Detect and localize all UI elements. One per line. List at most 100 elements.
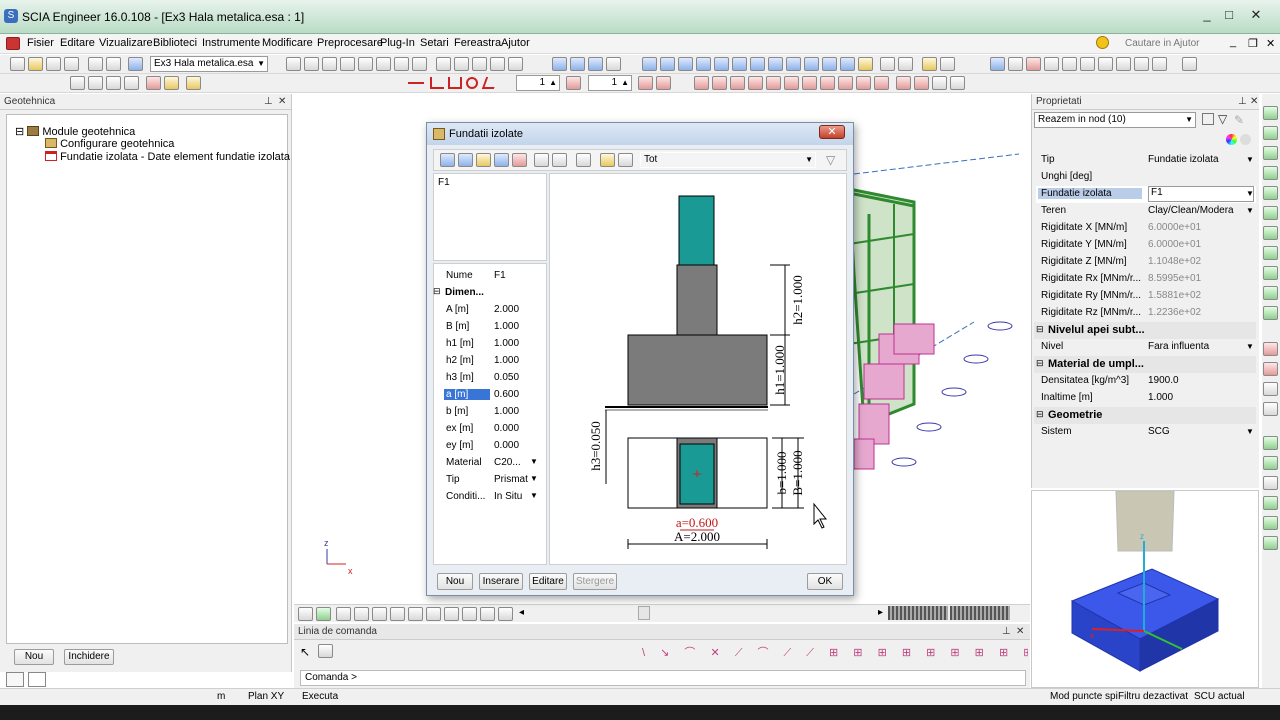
strip-icon-2[interactable]: [1263, 126, 1278, 140]
check-icon[interactable]: [186, 76, 201, 90]
structure-icon-3[interactable]: [730, 76, 745, 90]
snap-icon-5[interactable]: [1062, 57, 1077, 71]
strip-icon-10[interactable]: [1263, 286, 1278, 300]
open-file-icon[interactable]: [28, 57, 43, 71]
filter-funnel-icon[interactable]: ▽: [826, 153, 835, 167]
collapse-icon[interactable]: ⊟: [1036, 324, 1044, 335]
sphere-icon[interactable]: [1240, 134, 1251, 145]
property-value[interactable]: 1.5881e+02: [1148, 290, 1254, 301]
status-ucs[interactable]: SCU actual: [1194, 691, 1245, 702]
tree-item-fundatie-izolata[interactable]: Fundatie izolata - Date element fundatie…: [45, 151, 290, 163]
filter-combo[interactable]: Tot ▼: [640, 152, 816, 168]
view-icon-6[interactable]: [376, 57, 391, 71]
structure-icon-8[interactable]: [820, 76, 835, 90]
dialog-close-button[interactable]: ✕: [819, 125, 845, 139]
rotate-icon[interactable]: [840, 57, 855, 71]
tool-icon-r1[interactable]: [566, 76, 581, 90]
property-row[interactable]: Rigiditate Z [MN/m] 1.1048e+02: [1036, 254, 1256, 271]
minimize-button[interactable]: _: [1196, 6, 1218, 24]
edit-icon[interactable]: [476, 153, 491, 167]
property-row[interactable]: Sistem SCG ▼: [1036, 424, 1256, 441]
snap-icon-1[interactable]: [990, 57, 1005, 71]
tree-item-module-geotehnica[interactable]: ⊟ Module geotehnica: [15, 125, 135, 138]
property-value[interactable]: 6.0000e+01: [1148, 222, 1254, 233]
chevron-down-icon[interactable]: ▼: [1246, 342, 1254, 351]
property-row[interactable]: B [m] 1.000: [434, 319, 546, 336]
structure-icon-14[interactable]: [932, 76, 947, 90]
strip-icon-14[interactable]: [1263, 382, 1278, 396]
layout-icon-3[interactable]: [106, 76, 121, 90]
property-section[interactable]: ⊟ Material de umpl...: [1034, 356, 1256, 373]
view-tab-icon-3[interactable]: [336, 607, 351, 621]
zoom-selection-icon[interactable]: [804, 57, 819, 71]
help-search-input[interactable]: Cautare in Ajutor: [1125, 38, 1200, 49]
strip-icon-21[interactable]: [1263, 536, 1278, 550]
view-tab-icon-4[interactable]: [354, 607, 369, 621]
open-icon[interactable]: [600, 153, 615, 167]
strip-icon-15[interactable]: [1263, 402, 1278, 416]
zoom-in-icon[interactable]: [732, 57, 747, 71]
chevron-down-icon[interactable]: ▼: [530, 457, 538, 466]
strip-icon-11[interactable]: [1263, 306, 1278, 320]
property-row[interactable]: Rigiditate X [MN/m] 6.0000e+01: [1036, 220, 1256, 237]
close-icon[interactable]: ✕: [1250, 94, 1258, 110]
command-settings-icon[interactable]: [318, 644, 333, 658]
delete-icon[interactable]: [512, 153, 527, 167]
eye-icon[interactable]: [146, 76, 161, 90]
new-file-icon[interactable]: [10, 57, 25, 71]
light-bulb-icon[interactable]: [858, 57, 873, 71]
property-row[interactable]: Densitatea [kg/m^3] 1900.0: [1036, 373, 1256, 390]
view-icon-8[interactable]: [412, 57, 427, 71]
document-icon-2[interactable]: [508, 57, 523, 71]
help-query-icon[interactable]: [606, 57, 621, 71]
structure-icon-1[interactable]: [694, 76, 709, 90]
labels-icon[interactable]: [940, 57, 955, 71]
view-tab-icon-12[interactable]: [498, 607, 513, 621]
scroll-right-icon[interactable]: ▸: [878, 607, 883, 618]
dialog-ok-button[interactable]: OK: [807, 573, 843, 590]
property-row[interactable]: Inaltime [m] 1.000: [1036, 390, 1256, 407]
menu-ajutor[interactable]: Ajutor: [501, 37, 530, 49]
view-tab-icon-1[interactable]: [298, 607, 313, 621]
structure-icon-12[interactable]: [896, 76, 911, 90]
command-input[interactable]: Comanda >: [300, 670, 1026, 686]
menu-vizualizare[interactable]: Vizualizare: [99, 37, 153, 49]
view-tab-icon-9[interactable]: [444, 607, 459, 621]
property-value[interactable]: In Situ: [494, 491, 522, 502]
chevron-down-icon[interactable]: ▼: [530, 474, 538, 483]
strip-icon-18[interactable]: [1263, 476, 1278, 490]
property-section[interactable]: ⊟ Geometrie: [1034, 407, 1256, 424]
spin-input-1[interactable]: 1 ▲: [516, 75, 560, 91]
circle-icon[interactable]: [466, 77, 478, 89]
undo-icon[interactable]: [88, 57, 103, 71]
property-row[interactable]: ex [m] 0.000: [434, 421, 546, 438]
document-export-icon[interactable]: [490, 57, 505, 71]
view-tab-icon-7[interactable]: [408, 607, 423, 621]
property-value[interactable]: F1: [494, 270, 506, 281]
strip-icon-13[interactable]: [1263, 362, 1278, 376]
structure-icon-9[interactable]: [838, 76, 853, 90]
property-value[interactable]: Fara influenta: [1148, 341, 1254, 352]
snap-settings-icon[interactable]: [1182, 57, 1197, 71]
strip-icon-19[interactable]: [1263, 496, 1278, 510]
nav-icon-2[interactable]: [660, 57, 675, 71]
mesh-icon[interactable]: [164, 76, 179, 90]
redo-icon[interactable]: [552, 153, 567, 167]
nav-icon-1[interactable]: [642, 57, 657, 71]
strip-icon-9[interactable]: [1263, 266, 1278, 280]
snap-icon-6[interactable]: [1080, 57, 1095, 71]
zoom-icon-1[interactable]: [552, 57, 567, 71]
print-icon[interactable]: [436, 57, 451, 71]
menu-fisier[interactable]: Fisier: [27, 37, 54, 49]
color-wheel-icon[interactable]: [1226, 134, 1237, 145]
property-value[interactable]: 0.000: [494, 423, 519, 434]
redo-icon[interactable]: [106, 57, 121, 71]
chevron-down-icon[interactable]: ▼: [1246, 427, 1254, 436]
scroll-left-icon[interactable]: ◂: [519, 607, 524, 618]
property-section[interactable]: Dimen... ⊟: [433, 285, 546, 302]
view-icon-3[interactable]: [322, 57, 337, 71]
property-value[interactable]: 8.5995e+01: [1148, 273, 1254, 284]
property-value[interactable]: 1.1048e+02: [1148, 256, 1254, 267]
nav-icon-4[interactable]: [696, 57, 711, 71]
menu-preprocesare[interactable]: Preprocesare: [317, 37, 383, 49]
